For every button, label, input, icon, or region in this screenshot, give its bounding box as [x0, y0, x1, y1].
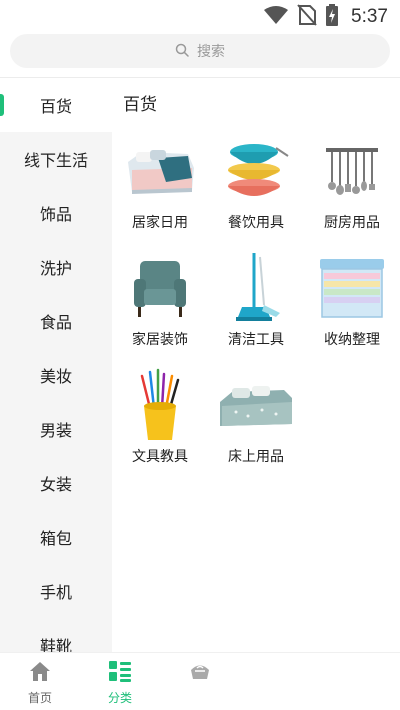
- subcategory-label: 清洁工具: [228, 332, 284, 348]
- cart-icon: [188, 659, 212, 683]
- sidebar-item-offline-life[interactable]: 线下生活: [0, 132, 112, 186]
- sidebar-item-label: 线下生活: [23, 151, 88, 170]
- active-indicator: [0, 94, 4, 116]
- kitchen-utensils-image: [314, 134, 390, 210]
- sidebar-item-baihuo[interactable]: 百货: [0, 78, 112, 132]
- search-placeholder: 搜索: [197, 44, 225, 60]
- sidebar-item-label: 食品: [39, 313, 72, 332]
- sidebar-item-label: 箱包: [39, 529, 72, 548]
- status-icons: 5:37: [263, 4, 388, 30]
- subcategory-label: 床上用品: [228, 449, 284, 465]
- subcategory-item[interactable]: 收纳整理: [304, 251, 400, 361]
- category-sidebar[interactable]: 百货 线下生活 饰品 洗护 食品 美妆 男装 女装 箱包 手机 鞋靴: [0, 78, 112, 652]
- search-bar[interactable]: 搜索: [10, 34, 390, 68]
- sidebar-item-label: 洗护: [39, 259, 72, 278]
- sidebar-item-label: 鞋靴: [39, 637, 72, 652]
- category-content: 百货 居家日用 餐饮用具 厨房用品 家居装饰 清洁工具 收纳整理 文具教具 床上…: [112, 78, 400, 652]
- tab-label: 分类: [107, 691, 132, 705]
- mop-image: [218, 251, 294, 327]
- sidebar-item-label: 百货: [39, 97, 72, 116]
- battery-charging-icon: [325, 4, 339, 30]
- tab-home[interactable]: 首页: [0, 657, 80, 707]
- content-title: 百货: [123, 95, 157, 115]
- sidebar-item-label: 男装: [39, 421, 72, 440]
- storage-boxes-image: [314, 251, 390, 327]
- sidebar-item-label: 手机: [39, 583, 72, 602]
- sidebar-item-phones[interactable]: 手机: [0, 564, 112, 618]
- pencil-cup-image: [122, 368, 198, 444]
- bed-image: [218, 368, 294, 444]
- subcategory-item[interactable]: 清洁工具: [208, 251, 304, 361]
- bowls-image: [218, 134, 294, 210]
- sidebar-item-bags[interactable]: 箱包: [0, 510, 112, 564]
- sidebar-item-label: 美妆: [39, 367, 72, 386]
- bottom-tab-bar: 首页 分类: [0, 652, 400, 710]
- tab-cart[interactable]: [160, 657, 240, 707]
- status-time: 5:37: [351, 6, 388, 27]
- subcategory-label: 厨房用品: [324, 215, 380, 231]
- category-icon: [108, 659, 132, 683]
- tab-category[interactable]: 分类: [80, 657, 160, 707]
- armchair-image: [122, 251, 198, 327]
- home-icon: [28, 659, 52, 683]
- subcategory-item[interactable]: 文具教具: [112, 368, 208, 478]
- no-sim-icon: [297, 4, 317, 30]
- search-icon: [175, 42, 189, 61]
- wifi-icon: [263, 5, 289, 29]
- sidebar-item-shoes[interactable]: 鞋靴: [0, 618, 112, 652]
- sidebar-item-personal-care[interactable]: 洗护: [0, 240, 112, 294]
- sidebar-item-accessories[interactable]: 饰品: [0, 186, 112, 240]
- tab-label: 首页: [27, 691, 52, 705]
- sidebar-item-label: 饰品: [39, 205, 72, 224]
- subcategory-item[interactable]: 家居装饰: [112, 251, 208, 361]
- subcategory-label: 收纳整理: [324, 332, 380, 348]
- subcategory-item[interactable]: 居家日用: [112, 134, 208, 244]
- subcategory-label: 居家日用: [132, 215, 188, 231]
- subcategory-item[interactable]: 餐饮用具: [208, 134, 304, 244]
- bedding-image: [122, 134, 198, 210]
- subcategory-label: 餐饮用具: [228, 215, 284, 231]
- sidebar-item-label: 女装: [39, 475, 72, 494]
- subcategory-item[interactable]: 厨房用品: [304, 134, 400, 244]
- subcategory-label: 文具教具: [132, 449, 188, 465]
- status-bar: 5:37: [0, 0, 400, 34]
- subcategory-label: 家居装饰: [132, 332, 188, 348]
- sidebar-item-menswear[interactable]: 男装: [0, 402, 112, 456]
- subcategory-item[interactable]: 床上用品: [208, 368, 304, 478]
- sidebar-item-food[interactable]: 食品: [0, 294, 112, 348]
- sidebar-item-womenswear[interactable]: 女装: [0, 456, 112, 510]
- sidebar-item-beauty[interactable]: 美妆: [0, 348, 112, 402]
